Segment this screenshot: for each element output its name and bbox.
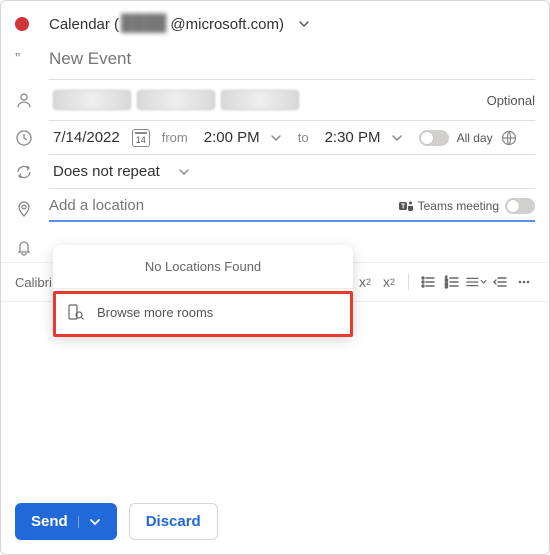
attendee-chip[interactable] <box>221 90 299 110</box>
superscript-button[interactable]: x2 <box>354 271 376 293</box>
teams-meeting-toggle[interactable] <box>505 198 535 214</box>
discard-button[interactable]: Discard <box>129 503 218 540</box>
to-label: to <box>298 130 309 145</box>
chevron-down-icon[interactable] <box>270 132 282 144</box>
calendar-label-prefix: Calendar ( <box>49 16 119 33</box>
quote-icon: ” <box>15 50 49 68</box>
repeat-icon <box>15 163 49 181</box>
room-search-icon <box>67 303 85 321</box>
attendee-chip[interactable] <box>53 90 131 110</box>
bullet-list-button[interactable] <box>417 271 439 293</box>
timezone-icon[interactable] <box>501 130 517 146</box>
chevron-down-icon[interactable] <box>391 132 403 144</box>
start-time-field[interactable]: 2:00 PM <box>200 127 264 148</box>
calendar-color-dot <box>15 17 29 31</box>
location-input[interactable] <box>49 195 390 216</box>
send-button[interactable]: Send <box>15 503 117 540</box>
numbered-list-button[interactable]: 123 <box>441 271 463 293</box>
svg-text:T: T <box>401 203 406 210</box>
browse-more-rooms-label: Browse more rooms <box>97 305 213 320</box>
more-formatting-button[interactable] <box>513 271 535 293</box>
calendar-picker-icon[interactable]: 14 <box>132 129 150 147</box>
calendar-selector[interactable]: Calendar ( ████ @microsoft.com) <box>49 15 535 33</box>
date-field[interactable]: 7/14/2022 <box>49 127 124 148</box>
svg-text:”: ” <box>15 51 20 68</box>
browse-more-rooms-item[interactable]: Browse more rooms <box>53 288 353 335</box>
calendar-label-suffix: @microsoft.com) <box>170 16 284 33</box>
end-time-field[interactable]: 2:30 PM <box>321 127 385 148</box>
bell-icon <box>15 238 49 256</box>
calendar-email-hidden: ████ <box>121 15 166 33</box>
subscript-button[interactable]: x2 <box>378 271 400 293</box>
event-editor: Calendar ( ████ @microsoft.com) ” O <box>0 0 550 555</box>
attendees-field[interactable] <box>49 86 303 114</box>
all-day-label: All day <box>457 131 493 145</box>
optional-attendees-link[interactable]: Optional <box>487 93 535 108</box>
align-button[interactable] <box>465 271 487 293</box>
location-icon <box>15 200 49 218</box>
send-split-chevron[interactable] <box>78 516 101 528</box>
teams-icon: T <box>398 198 414 214</box>
chevron-down-icon <box>178 166 190 178</box>
svg-text:3: 3 <box>445 284 448 290</box>
attendee-chip[interactable] <box>137 90 215 110</box>
from-label: from <box>162 130 188 145</box>
font-family-selector[interactable]: Calibri <box>15 275 52 290</box>
popup-empty-message: No Locations Found <box>53 245 353 288</box>
clock-icon <box>15 129 49 147</box>
teams-meeting-label: Teams meeting <box>418 199 499 213</box>
location-suggestions-popup: No Locations Found Browse more rooms <box>53 245 353 335</box>
all-day-toggle[interactable] <box>419 130 449 146</box>
person-icon <box>15 91 49 109</box>
chevron-down-icon <box>298 18 310 30</box>
repeat-selector[interactable]: Does not repeat <box>49 161 535 182</box>
event-title-input[interactable] <box>49 45 535 73</box>
outdent-button[interactable] <box>489 271 511 293</box>
